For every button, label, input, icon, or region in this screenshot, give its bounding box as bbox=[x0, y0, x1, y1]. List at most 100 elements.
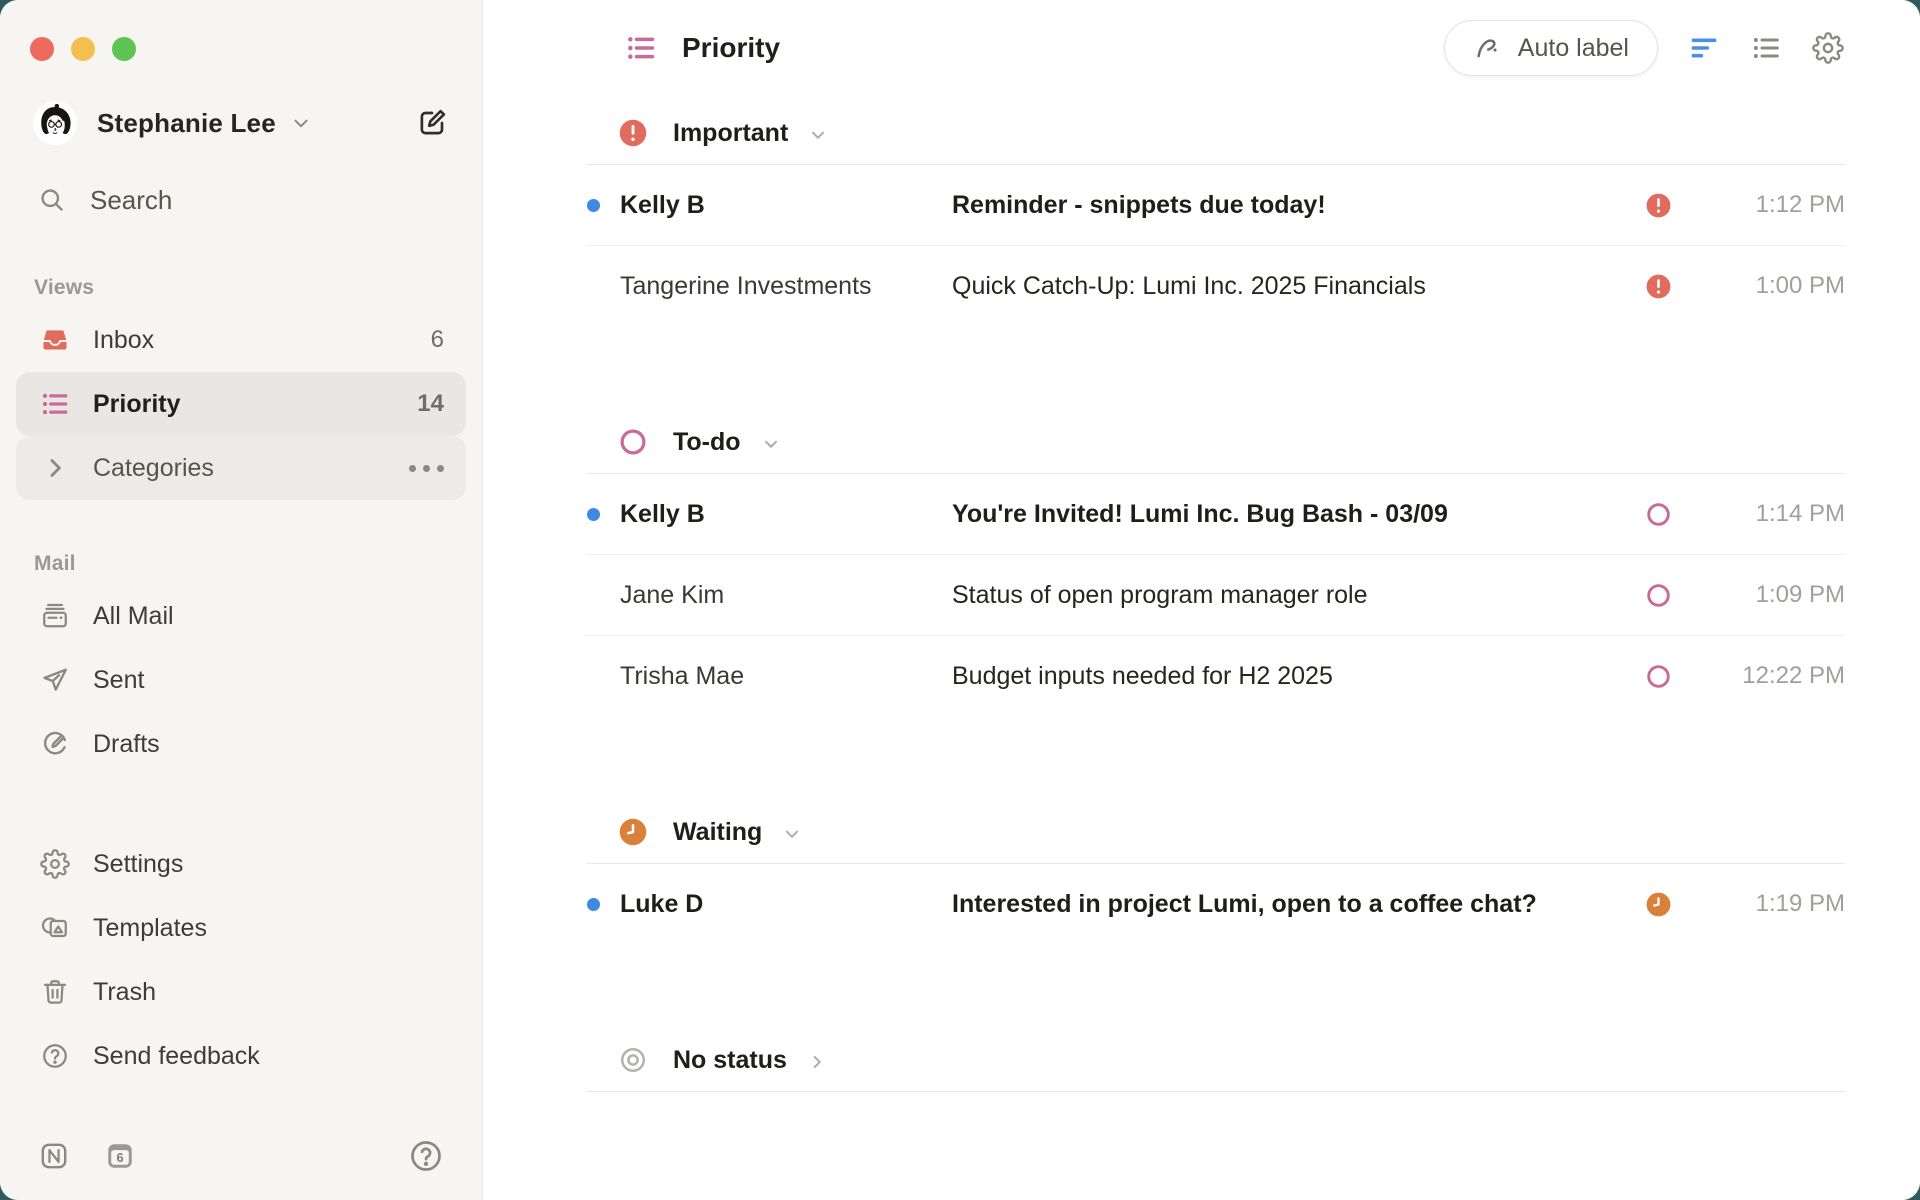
email-sender: Tangerine Investments bbox=[620, 272, 952, 301]
group-rows: Luke D Interested in project Lumi, open … bbox=[586, 864, 1845, 944]
group-header[interactable]: Important bbox=[586, 102, 1845, 165]
email-group: Waiting Luke D Interested in project Lum… bbox=[586, 801, 1845, 944]
chevron-down-icon bbox=[290, 112, 312, 134]
app-window: Stephanie Lee Search Views Inbox 6 bbox=[0, 0, 1920, 1200]
group-status-icon bbox=[618, 427, 648, 457]
email-time: 1:12 PM bbox=[1693, 191, 1845, 219]
auto-label-button[interactable]: Auto label bbox=[1444, 20, 1658, 76]
auto-label-label: Auto label bbox=[1518, 34, 1629, 63]
email-time: 1:14 PM bbox=[1693, 500, 1845, 528]
chevron-down-icon[interactable] bbox=[781, 823, 803, 845]
group-rows: Kelly B You're Invited! Lumi Inc. Bug Ba… bbox=[586, 474, 1845, 716]
mail-section-label: Mail bbox=[34, 552, 482, 576]
main-header: Priority Auto label bbox=[483, 0, 1920, 96]
help-icon[interactable] bbox=[408, 1138, 444, 1174]
account-switcher[interactable]: Stephanie Lee bbox=[33, 98, 448, 148]
group-header[interactable]: No status bbox=[586, 1029, 1845, 1092]
sidebar-bottom-bar: 6 bbox=[38, 1134, 444, 1178]
email-row[interactable]: Kelly B Reminder - snippets due today! 1… bbox=[586, 165, 1845, 246]
window-controls bbox=[0, 0, 482, 61]
calendar-icon[interactable]: 6 bbox=[104, 1140, 136, 1172]
inbox-icon bbox=[40, 325, 70, 355]
minimize-window-button[interactable] bbox=[71, 37, 95, 61]
email-sender: Luke D bbox=[620, 890, 952, 919]
group-status-icon bbox=[618, 817, 648, 847]
close-window-button[interactable] bbox=[30, 37, 54, 61]
sidebar-item-drafts[interactable]: Drafts bbox=[16, 712, 466, 776]
main-panel: Priority Auto label bbox=[483, 0, 1920, 1200]
chevron-right-icon[interactable] bbox=[806, 1051, 828, 1073]
sidebar-item-send-feedback[interactable]: Send feedback bbox=[16, 1024, 466, 1088]
sidebar-item-label: Sent bbox=[93, 666, 144, 695]
sidebar-item-label: Trash bbox=[93, 978, 156, 1007]
chevron-down-icon[interactable] bbox=[760, 433, 782, 455]
email-subject: Reminder - snippets due today! bbox=[952, 191, 1645, 220]
filter-icon[interactable] bbox=[1688, 32, 1720, 64]
group-label: Waiting bbox=[673, 818, 762, 847]
view-settings-gear-icon[interactable] bbox=[1812, 32, 1844, 64]
sidebar: Stephanie Lee Search Views Inbox 6 bbox=[0, 0, 483, 1200]
email-group: Important Kelly B Reminder - snippets du… bbox=[586, 102, 1845, 326]
sidebar-item-label: Templates bbox=[93, 914, 207, 943]
header-icons bbox=[1688, 32, 1844, 64]
unread-dot bbox=[587, 898, 600, 911]
sidebar-item-label: Settings bbox=[93, 850, 183, 879]
unread-dot bbox=[587, 280, 600, 293]
sidebar-item-sent[interactable]: Sent bbox=[16, 648, 466, 712]
email-row[interactable]: Tangerine Investments Quick Catch-Up: Lu… bbox=[586, 246, 1845, 326]
sidebar-item-templates[interactable]: Templates bbox=[16, 896, 466, 960]
sidebar-item-label: Categories bbox=[93, 454, 214, 483]
zoom-window-button[interactable] bbox=[112, 37, 136, 61]
email-subject: Quick Catch-Up: Lumi Inc. 2025 Financial… bbox=[952, 272, 1645, 301]
user-name: Stephanie Lee bbox=[97, 108, 276, 139]
priority-count: 14 bbox=[417, 390, 444, 418]
email-row[interactable]: Jane Kim Status of open program manager … bbox=[586, 555, 1845, 636]
unread-dot bbox=[587, 508, 600, 521]
avatar bbox=[33, 101, 77, 145]
compose-icon[interactable] bbox=[416, 107, 448, 139]
status-icon bbox=[1645, 582, 1693, 609]
priority-list-icon bbox=[625, 32, 657, 64]
help-circle-icon bbox=[40, 1041, 70, 1071]
unread-dot bbox=[587, 589, 600, 602]
inbox-count: 6 bbox=[431, 326, 444, 354]
group-label: To-do bbox=[673, 428, 741, 457]
search-button[interactable]: Search bbox=[38, 176, 448, 224]
email-subject: Interested in project Lumi, open to a co… bbox=[952, 890, 1645, 919]
email-group: No status bbox=[586, 1029, 1845, 1092]
email-row[interactable]: Kelly B You're Invited! Lumi Inc. Bug Ba… bbox=[586, 474, 1845, 555]
views-section-label: Views bbox=[34, 276, 482, 300]
email-row[interactable]: Trisha Mae Budget inputs needed for H2 2… bbox=[586, 636, 1845, 716]
group-header[interactable]: To-do bbox=[586, 411, 1845, 474]
sidebar-item-trash[interactable]: Trash bbox=[16, 960, 466, 1024]
sidebar-item-all-mail[interactable]: All Mail bbox=[16, 584, 466, 648]
more-options-icon[interactable] bbox=[409, 465, 444, 472]
chevron-down-icon[interactable] bbox=[807, 124, 829, 146]
email-time: 1:09 PM bbox=[1693, 581, 1845, 609]
search-icon bbox=[38, 186, 66, 214]
email-sender: Trisha Mae bbox=[620, 662, 952, 691]
list-view-icon[interactable] bbox=[1750, 32, 1782, 64]
sidebar-item-label: Priority bbox=[93, 390, 181, 419]
email-time: 1:00 PM bbox=[1693, 272, 1845, 300]
unread-dot bbox=[587, 670, 600, 683]
email-time: 12:22 PM bbox=[1693, 662, 1845, 690]
group-label: No status bbox=[673, 1046, 787, 1075]
auto-label-wand-icon bbox=[1473, 33, 1503, 63]
sidebar-item-inbox[interactable]: Inbox 6 bbox=[16, 308, 466, 372]
sidebar-item-label: Send feedback bbox=[93, 1042, 260, 1071]
sidebar-item-priority[interactable]: Priority 14 bbox=[16, 372, 466, 436]
sidebar-item-categories[interactable]: Categories bbox=[16, 436, 466, 500]
drafts-icon bbox=[40, 729, 70, 759]
status-icon bbox=[1645, 192, 1693, 219]
search-label: Search bbox=[90, 185, 172, 216]
svg-text:6: 6 bbox=[116, 1151, 123, 1165]
group-header[interactable]: Waiting bbox=[586, 801, 1845, 864]
chevron-right-icon bbox=[40, 453, 70, 483]
email-row[interactable]: Luke D Interested in project Lumi, open … bbox=[586, 864, 1845, 944]
email-sender: Kelly B bbox=[620, 191, 952, 220]
sidebar-item-label: Drafts bbox=[93, 730, 160, 759]
notion-logo-icon[interactable] bbox=[38, 1140, 70, 1172]
sidebar-item-settings[interactable]: Settings bbox=[16, 832, 466, 896]
unread-dot bbox=[587, 199, 600, 212]
